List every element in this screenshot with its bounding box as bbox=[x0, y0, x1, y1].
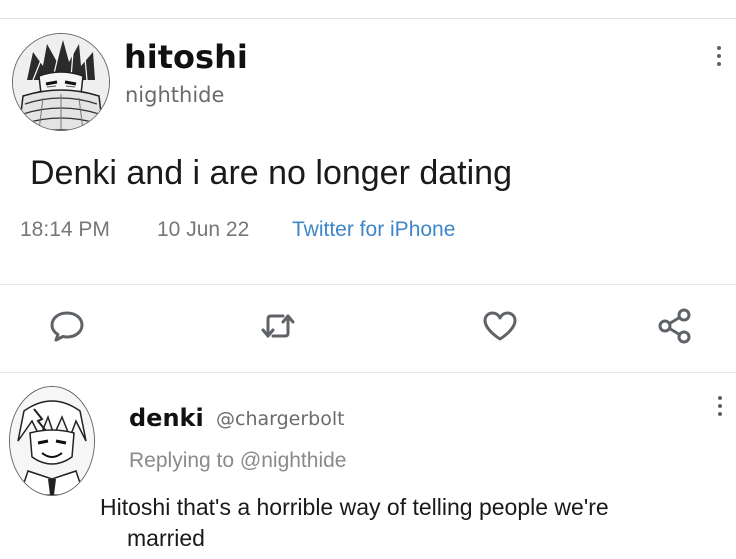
share-button[interactable] bbox=[655, 306, 695, 346]
reply-text-line-1: Hitoshi that's a horrible way of telling… bbox=[100, 494, 609, 520]
actions-top-divider bbox=[0, 284, 736, 285]
tweet-date: 10 Jun 22 bbox=[157, 218, 250, 241]
like-icon bbox=[483, 311, 517, 341]
reply-button[interactable] bbox=[47, 306, 87, 346]
reply-author-name[interactable]: denki bbox=[129, 404, 204, 432]
more-options-icon[interactable] bbox=[715, 46, 723, 70]
tweet-time: 18:14 PM bbox=[20, 218, 110, 241]
manga-avatar-icon bbox=[10, 387, 94, 495]
reply-author-avatar[interactable] bbox=[9, 386, 95, 496]
reply-text: Hitoshi that's a horrible way of telling… bbox=[100, 492, 730, 554]
author-handle[interactable]: nighthide bbox=[125, 83, 224, 107]
manga-avatar-icon bbox=[13, 34, 109, 130]
retweet-icon bbox=[261, 314, 295, 338]
author-avatar[interactable] bbox=[12, 33, 110, 131]
like-button[interactable] bbox=[480, 306, 520, 346]
replying-to-handle-link[interactable]: @nighthide bbox=[240, 449, 347, 472]
tweet-text: Denki and i are no longer dating bbox=[30, 154, 512, 192]
reply-author-handle[interactable]: @chargerbolt bbox=[216, 408, 345, 430]
reply-text-line-2: married bbox=[127, 525, 205, 551]
tweet-source-link[interactable]: Twitter for iPhone bbox=[292, 218, 455, 242]
author-name[interactable]: hitoshi bbox=[124, 38, 248, 76]
replying-to-label: Replying to bbox=[129, 449, 235, 472]
reply-more-options-icon[interactable] bbox=[716, 396, 724, 420]
replying-to-line: Replying to @nighthide bbox=[129, 449, 346, 473]
reply-icon bbox=[50, 311, 84, 342]
retweet-button[interactable] bbox=[258, 306, 298, 346]
share-icon bbox=[658, 308, 691, 344]
top-divider bbox=[0, 18, 736, 19]
actions-bottom-divider bbox=[0, 372, 736, 373]
